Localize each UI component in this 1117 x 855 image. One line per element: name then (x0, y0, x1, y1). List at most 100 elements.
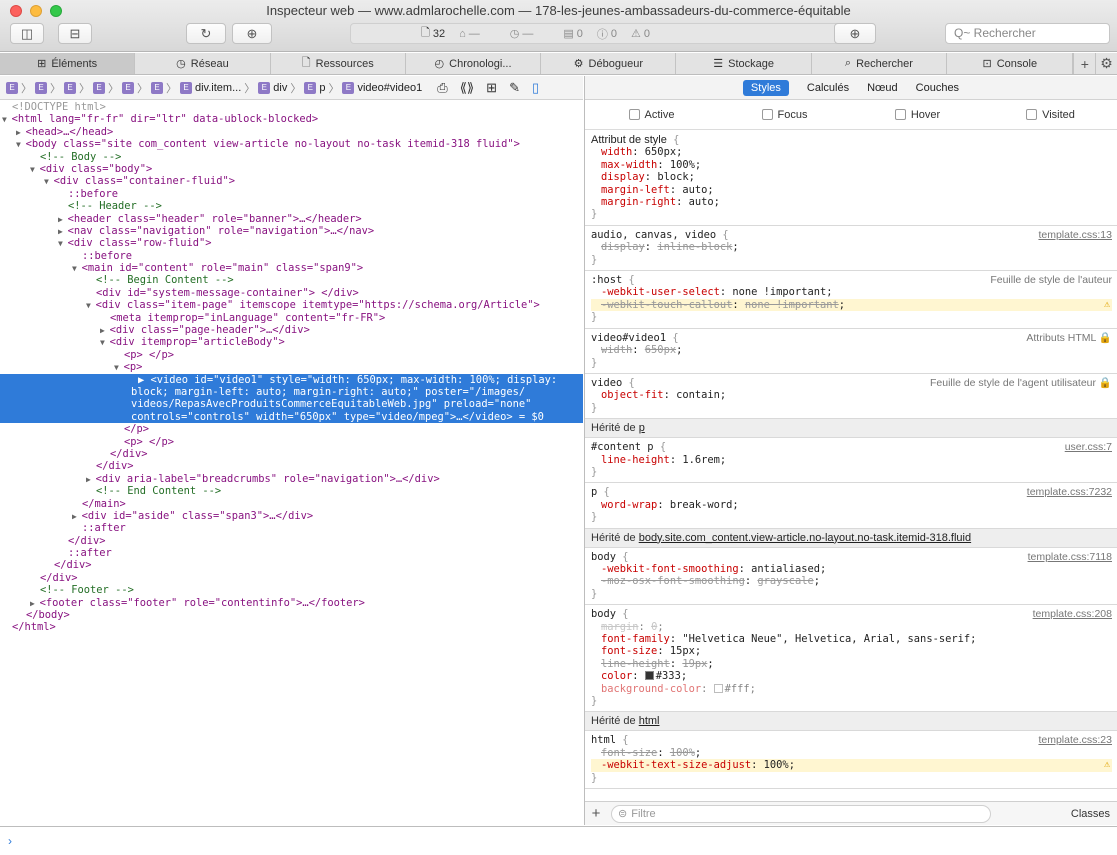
dom-node[interactable]: </div> (0, 535, 583, 547)
css-property[interactable]: -webkit-font-smoothing (601, 563, 739, 575)
dom-node[interactable]: ▶ <head>…</head> (0, 126, 583, 138)
dom-node[interactable]: <div id="system-message-container"> </di… (0, 287, 583, 299)
css-value[interactable]: antialiased (751, 563, 820, 575)
css-declaration[interactable]: margin: 0; (591, 621, 1112, 633)
css-value[interactable]: 15px (670, 645, 695, 657)
checkbox[interactable] (628, 109, 640, 120)
dom-node[interactable]: ::after (0, 522, 583, 534)
css-value[interactable]: 100% (670, 747, 695, 759)
pseudo-focus-toggle[interactable]: Focus (718, 109, 851, 121)
layers-icon[interactable]: ⊞ (486, 80, 497, 96)
css-property[interactable]: display (601, 241, 645, 253)
tab-search[interactable]: ⌕ Rechercher (812, 53, 948, 74)
element-icon[interactable]: E (151, 81, 163, 94)
warning-icon[interactable]: ⚠ (1104, 759, 1110, 771)
disclosure-closed-icon[interactable]: ▶ (100, 326, 110, 335)
css-value[interactable]: 1.6rem (682, 454, 720, 466)
dom-node[interactable]: </html> (0, 621, 583, 633)
css-property[interactable]: word-wrap (601, 499, 657, 511)
dom-node[interactable]: ▼ <html lang="fr-fr" dir="ltr" data-ublo… (0, 113, 583, 125)
dom-node[interactable]: ▼ <div class="container-fluid"> (0, 175, 583, 187)
dom-node[interactable]: <p> </p> (0, 436, 583, 448)
css-value[interactable]: 650px (645, 344, 676, 356)
tab-storage[interactable]: ☰ Stockage (676, 53, 812, 74)
css-property[interactable]: -webkit-text-size-adjust (601, 759, 751, 771)
disclosure-open-icon[interactable]: ▼ (86, 301, 96, 310)
dom-node[interactable]: ::before (0, 250, 583, 262)
css-declaration[interactable]: font-family: "Helvetica Neue", Helvetica… (591, 633, 1112, 645)
css-declaration[interactable]: display: inline-block; (591, 241, 1112, 253)
dom-node[interactable]: <p> </p> (0, 349, 583, 361)
dock-side-button[interactable]: ◫ (10, 23, 44, 44)
disclosure-open-icon[interactable]: ▼ (58, 239, 68, 248)
css-declaration[interactable]: margin-right: auto; (591, 196, 1112, 208)
dom-node[interactable]: ▼ <body class="site com_content view-art… (0, 138, 583, 150)
dom-node[interactable]: </div> (0, 460, 583, 472)
element-icon[interactable]: E (64, 81, 76, 94)
disclosure-closed-icon[interactable]: ▶ (30, 599, 40, 608)
css-value[interactable]: none !important (732, 286, 826, 298)
css-property[interactable]: -webkit-touch-callout (601, 299, 732, 311)
css-value[interactable]: 19px (682, 658, 707, 670)
dom-node[interactable]: ▼ <div class="row-fluid"> (0, 237, 583, 249)
css-value[interactable]: break-word (670, 499, 733, 511)
tab-elements[interactable]: ⊞ Éléments (0, 53, 136, 74)
size-indicator[interactable]: ⌂ — (459, 28, 480, 40)
style-rule[interactable]: audio, canvas, video {template.css:13 dis… (585, 226, 1117, 272)
disclosure-open-icon[interactable]: ▼ (44, 177, 54, 186)
rule-source[interactable]: user.css:7 (1065, 441, 1112, 453)
css-value[interactable]: block (657, 171, 688, 183)
console-prompt-bar[interactable]: › (0, 826, 1117, 855)
css-property[interactable]: object-fit (601, 389, 664, 401)
rule-selector[interactable]: body (591, 608, 616, 620)
log-count[interactable]: ▤ 0 (563, 27, 583, 41)
element-icon[interactable]: E (35, 81, 47, 94)
css-declaration[interactable]: background-color: #fff; (591, 683, 1112, 695)
css-property[interactable]: margin-left (601, 184, 670, 196)
breadcrumb-item[interactable]: Ep (304, 81, 325, 94)
css-value[interactable]: inline-block (657, 241, 732, 253)
rule-selector[interactable]: video (591, 377, 622, 389)
inherited-link[interactable]: p (639, 422, 645, 434)
dom-node[interactable]: <!-- Footer --> (0, 584, 583, 596)
dom-node[interactable]: ▶ <footer class="footer" role="contentin… (0, 597, 583, 609)
css-value[interactable]: auto (689, 196, 714, 208)
add-rule-icon[interactable]: + (585, 805, 607, 822)
tab-console[interactable]: ⊡ Console (947, 53, 1074, 74)
css-property[interactable]: margin (601, 621, 639, 633)
element-icon[interactable]: E (93, 81, 105, 94)
disclosure-open-icon[interactable]: ▼ (72, 264, 82, 273)
time-indicator[interactable]: ◷ — (510, 27, 534, 41)
color-swatch[interactable] (713, 683, 723, 693)
search-input[interactable]: Q~ Rechercher (945, 23, 1110, 44)
dom-node-selected[interactable]: ▶ <video id="video1" style="width: 650px… (0, 373, 583, 386)
dom-node[interactable]: ▼ <div class="item-page" itemscope itemt… (0, 299, 583, 311)
css-value[interactable]: 650px (645, 146, 676, 158)
tab-node[interactable]: Nœud (867, 82, 898, 94)
shadow-dom-icon[interactable]: ⟪⟫ (460, 80, 474, 96)
dom-node[interactable]: <!-- Header --> (0, 200, 583, 212)
tab-debugger[interactable]: ⚙ Débogueur (541, 53, 677, 74)
rule-source[interactable]: template.css:23 (1038, 734, 1112, 746)
dom-node[interactable]: <!DOCTYPE html> (0, 101, 583, 113)
warning-icon[interactable]: ⚠ (1104, 299, 1110, 311)
dom-node-selected[interactable]: videos/RepasAvecProduitsCommerceEquitabl… (0, 398, 583, 411)
css-property[interactable]: font-size (601, 747, 657, 759)
checkbox[interactable] (1026, 109, 1038, 120)
classes-button[interactable]: Classes (1071, 808, 1110, 820)
tab-styles[interactable]: Styles (742, 79, 789, 96)
css-property[interactable]: background-color (601, 683, 701, 695)
css-declaration[interactable]: -moz-osx-font-smoothing: grayscale; (591, 575, 1112, 587)
disclosure-closed-icon[interactable]: ▶ (86, 475, 96, 484)
css-property[interactable]: display (601, 171, 645, 183)
css-declaration[interactable]: font-size: 15px; (591, 645, 1112, 657)
download-button[interactable]: ⊕ (232, 23, 272, 44)
dom-tree[interactable]: <!DOCTYPE html> ▼ <html lang="fr-fr" dir=… (0, 101, 583, 825)
rule-selector[interactable]: video#video1 (591, 332, 666, 344)
dom-node[interactable]: ▶ <div class="page-header">…</div> (0, 324, 583, 336)
css-property[interactable]: color (601, 670, 632, 682)
dom-node[interactable]: <meta itemprop="inLanguage" content="fr-… (0, 312, 583, 324)
rule-selector[interactable]: body (591, 551, 616, 563)
edit-pencil-icon[interactable]: ✎ (509, 80, 520, 96)
dom-node[interactable]: <!-- Body --> (0, 151, 583, 163)
